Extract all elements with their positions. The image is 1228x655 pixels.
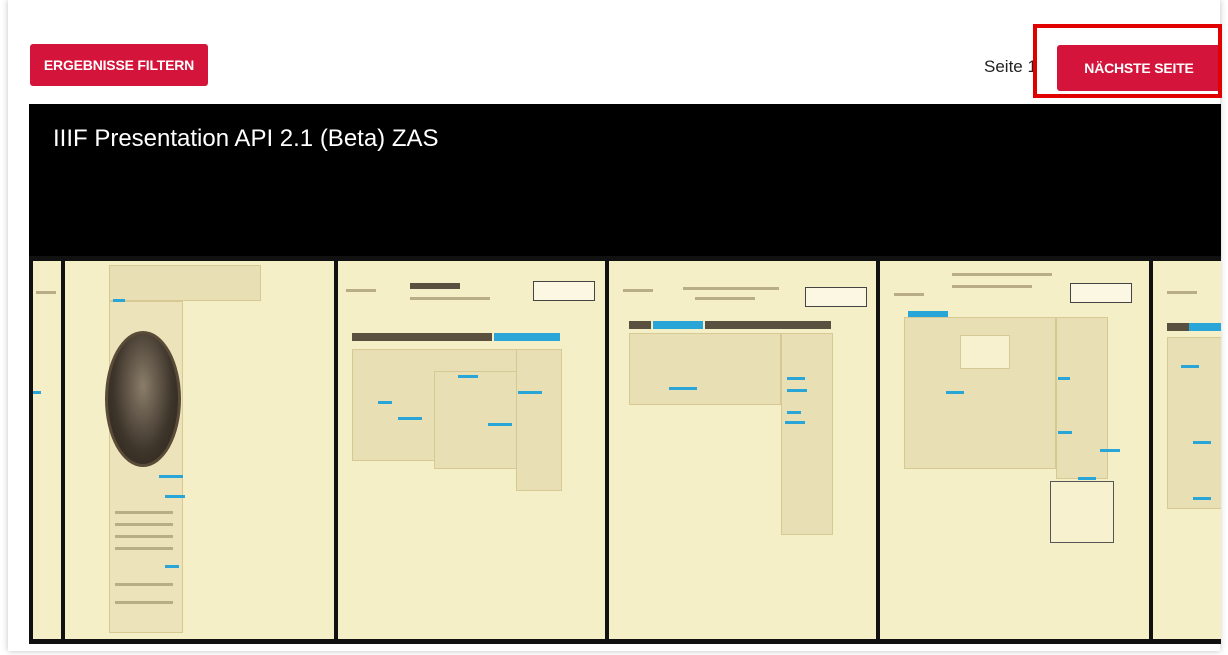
thumbnail-partial-left[interactable] [33,261,61,639]
page-indicator: Seite 1 [984,57,1037,76]
highlight-box [1033,24,1222,98]
viewer-title: IIIF Presentation API 2.1 (Beta) ZAS [53,125,439,152]
thumbnail-doc-partial[interactable] [1153,261,1221,639]
thumbnail-strip[interactable] [29,256,1221,644]
portrait-image [105,331,181,467]
page: ERGEBNISSE FILTERN Seite 1 NÄCHSTE SEITE… [0,0,1228,655]
thumbnail-doc-schaffhauser-nachrichten[interactable] [609,261,876,639]
thumbnail-doc-tages-anzeiger[interactable] [338,261,605,639]
iiif-viewer[interactable]: IIIF Presentation API 2.1 (Beta) ZAS [29,104,1221,644]
thumbnail-doc-handelszeitung[interactable] [880,261,1149,639]
thumbnail-doc-portrait[interactable] [65,261,334,639]
filter-results-button[interactable]: ERGEBNISSE FILTERN [30,44,208,86]
